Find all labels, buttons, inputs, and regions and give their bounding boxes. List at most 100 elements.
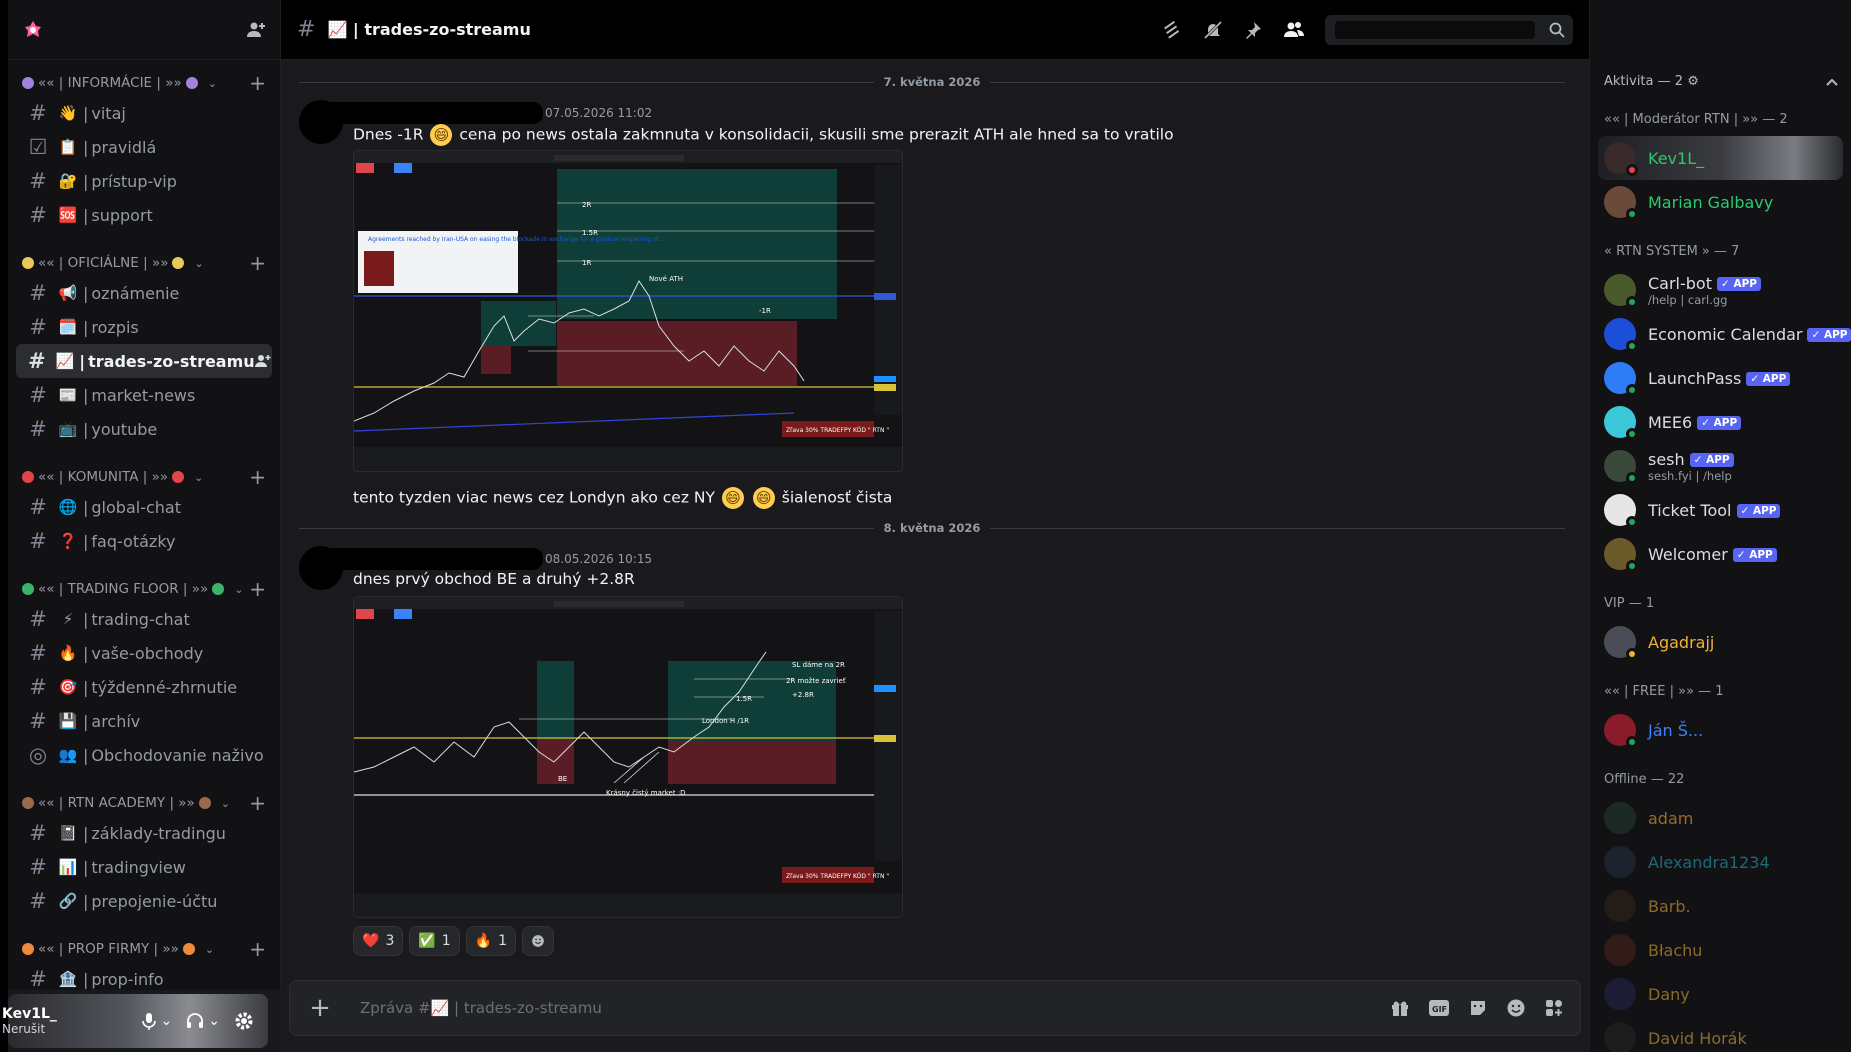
channel-item[interactable]: ☑ 📋 | pravidlá [16, 130, 272, 164]
channel-item[interactable]: # 📈 | trades-zo-streamu [16, 344, 272, 378]
channel-item[interactable]: # 📓 | základy-tradingu [16, 816, 272, 850]
emoji-icon[interactable] [1506, 998, 1526, 1018]
member-item[interactable]: Barb. [1598, 884, 1843, 928]
member-item[interactable]: Economic Calendar ✓ APP [1598, 312, 1851, 356]
member-item[interactable]: LaunchPass ✓ APP [1598, 356, 1843, 400]
channel-item[interactable]: ◎ 👥 | Obchodovanie naživo [16, 738, 272, 772]
chevron-down-icon[interactable]: ⌄ [194, 257, 203, 270]
channel-item[interactable]: # ❓ | faq-otázky [16, 524, 272, 558]
gift-icon[interactable] [1390, 998, 1410, 1018]
chart-screenshot-attachment[interactable]: SL dáme na 2R 2R možte zavrieť +2.8R 1.5… [353, 596, 903, 918]
channel-item[interactable]: # 📊 | tradingview [16, 850, 272, 884]
channel-item[interactable]: # 🔐 | prístup-vip [16, 164, 272, 198]
settings-gear-icon[interactable] [234, 1011, 254, 1031]
apps-icon[interactable] [1544, 998, 1564, 1018]
member-item[interactable]: Carl-bot ✓ APP/help | carl.gg [1598, 268, 1843, 312]
category-header[interactable]: «« | INFORMÁCIE | »» ⌄ + [8, 70, 280, 96]
member-item[interactable]: Dany [1598, 972, 1843, 1016]
create-channel-plus-icon[interactable]: + [249, 467, 266, 487]
redacted-username[interactable] [323, 102, 543, 124]
threads-icon[interactable] [1163, 20, 1183, 40]
chevron-down-icon[interactable]: ⌄ [234, 583, 243, 596]
create-channel-plus-icon[interactable]: + [249, 73, 266, 93]
sticker-icon[interactable] [1468, 998, 1488, 1018]
chevron-up-icon[interactable] [1825, 77, 1839, 87]
composer-placeholder[interactable]: Zpráva #📈 | trades-zo-streamu [360, 999, 602, 1017]
invite-icon[interactable] [254, 353, 271, 369]
invite-people-icon[interactable] [246, 20, 266, 40]
member-item[interactable]: Błachu [1598, 928, 1843, 972]
create-channel-plus-icon[interactable]: + [249, 253, 266, 273]
channel-item[interactable]: # 📢 | oznámenie [16, 276, 272, 310]
chart-screenshot-attachment[interactable]: Agreements reached by Iran-USA on easing… [353, 150, 903, 472]
member-name-row: David Horák [1648, 1029, 1747, 1048]
create-channel-plus-icon[interactable]: + [249, 579, 266, 599]
message-composer[interactable]: + Zpráva #📈 | trades-zo-streamu GIF [289, 980, 1581, 1036]
member-item[interactable]: Welcomer ✓ APP [1598, 532, 1843, 576]
user-card[interactable]: Kev1L_ Nerušit ⌄ ⌄ [2, 994, 268, 1048]
channel-item[interactable]: # 👋 | vitaj [16, 96, 272, 130]
channel-item[interactable]: # 📰 | market-news [16, 378, 272, 412]
member-item[interactable]: sesh ✓ APP sesh.fyi | /help [1598, 444, 1843, 488]
chevron-down-icon[interactable]: ⌄ [161, 1013, 173, 1029]
channel-item[interactable]: # 🗓️ | rozpis [16, 310, 272, 344]
channel-item[interactable]: # 🔗 | prepojenie-účtu [16, 884, 272, 918]
channel-item[interactable]: # 🎯 | týždenné-zhrnutie [16, 670, 272, 704]
reaction-check[interactable]: ✅ 1 [409, 926, 460, 956]
channel-name: prop-info [91, 969, 164, 989]
avatar [1604, 142, 1638, 176]
chevron-down-icon[interactable]: ⌄ [194, 471, 203, 484]
member-item[interactable]: Kev1L_ [1598, 136, 1843, 180]
chart-label: 1R [582, 259, 591, 267]
member-item[interactable]: Ticket Tool ✓ APP [1598, 488, 1843, 532]
member-item[interactable]: David Horák [1598, 1016, 1843, 1052]
reaction-heart[interactable]: ❤️ 3 [353, 926, 404, 956]
server-icon[interactable] [22, 19, 44, 41]
category-header[interactable]: «« | TRADING FLOOR | »» ⌄ + [8, 576, 280, 602]
member-name: Marian Galbavy [1648, 192, 1774, 212]
category-header[interactable]: «« | RTN ACADEMY | »» ⌄ + [8, 790, 280, 816]
category-header[interactable]: «« | PROP FIRMY | »» ⌄ + [8, 936, 280, 962]
pin-icon[interactable] [1243, 20, 1263, 40]
channel-settings-gear-icon[interactable] [279, 353, 280, 369]
gif-icon[interactable]: GIF [1428, 999, 1450, 1017]
chevron-down-icon[interactable]: ⌄ [205, 943, 214, 956]
search-input[interactable] [1325, 14, 1573, 45]
member-item[interactable]: Marian Galbavy [1598, 180, 1843, 224]
member-item[interactable]: MEE6 ✓ APP [1598, 400, 1843, 444]
redacted-username[interactable] [323, 548, 543, 570]
member-item[interactable]: adam [1598, 796, 1843, 840]
create-channel-plus-icon[interactable]: + [249, 793, 266, 813]
channel-item[interactable]: # 🆘 | support [16, 198, 272, 232]
channel-item[interactable]: # 🔥 | vaše-obchody [16, 636, 272, 670]
member-item[interactable]: Agadrajj [1598, 620, 1843, 664]
chevron-down-icon[interactable]: ⌄ [208, 77, 217, 90]
user-status: Nerušit [2, 1021, 46, 1036]
member-list-icon[interactable] [1283, 20, 1305, 40]
create-channel-plus-icon[interactable]: + [249, 939, 266, 959]
add-reaction-button[interactable] [522, 926, 555, 956]
category-header[interactable]: «« | KOMUNITA | »» ⌄ + [8, 464, 280, 490]
server-header[interactable] [8, 0, 280, 60]
notification-bell-muted-icon[interactable] [1203, 20, 1223, 40]
chevron-down-icon[interactable]: ⌄ [221, 797, 230, 810]
member-item[interactable]: Ján Š... [1598, 708, 1843, 752]
member-item[interactable]: Alexandra1234 [1598, 840, 1843, 884]
channel-item[interactable]: # 📺 | youtube [16, 412, 272, 446]
channel-item[interactable]: # ⚡ | trading-chat [16, 602, 272, 636]
fire-emoji-icon: 🔥 [474, 933, 493, 949]
channel-name: oznámenie [91, 283, 180, 303]
channel-item[interactable]: # 🌐 | global-chat [16, 490, 272, 524]
channel-emoji-icon: 🎯 [58, 678, 78, 696]
reaction-fire[interactable]: 🔥 1 [465, 926, 517, 956]
microphone-icon[interactable]: ⌄ [141, 1012, 173, 1030]
chevron-down-icon[interactable]: ⌄ [208, 1013, 220, 1029]
attach-plus-icon[interactable]: + [306, 993, 334, 1023]
channel-item[interactable]: # 💾 | archív [16, 704, 272, 738]
headphones-icon[interactable]: ⌄ [186, 1012, 220, 1030]
activity-header[interactable]: Aktivita — 2 ⚙ [1604, 74, 1839, 89]
category-label: «« | RTN ACADEMY | »» [38, 795, 195, 811]
gear-icon[interactable]: ⚙ [1687, 74, 1699, 89]
category-header[interactable]: «« | OFICIÁLNE | »» ⌄ + [8, 250, 280, 276]
channel-name: faq-otázky [91, 531, 176, 551]
